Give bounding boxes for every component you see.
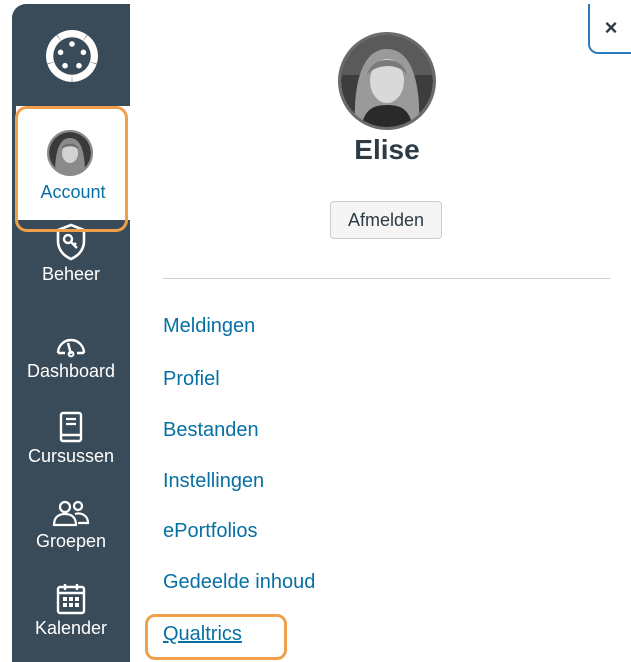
nav-item-beheer[interactable]: Beheer [12,222,130,285]
avatar [47,130,93,176]
link-meldingen[interactable]: Meldingen [163,315,255,338]
divider [163,278,610,279]
qualtrics-highlight [145,614,287,660]
link-bestanden[interactable]: Bestanden [163,419,259,442]
groups-icon [52,500,90,527]
logout-button[interactable]: Afmelden [330,201,442,239]
nav-item-label: Dashboard [26,361,116,381]
canvas-logo-icon[interactable] [42,26,102,86]
nav-item-label: Groepen [35,531,107,551]
account-tray: × Elise Afmelden Meldingen Profiel Besta… [130,4,631,662]
nav-item-cursussen[interactable]: Cursussen [12,410,130,467]
user-name: Elise [354,134,420,165]
link-eportfolios[interactable]: ePortfolios [163,520,258,543]
nav-item-label: Cursussen [27,446,115,466]
avatar-photo-icon [341,35,433,127]
shield-icon [56,223,86,261]
close-icon: × [604,15,618,40]
nav-item-label: Beheer [41,264,101,284]
close-tray-button[interactable]: × [588,4,631,54]
book-icon [59,411,83,443]
nav-item-label: Kalender [34,618,108,638]
nav-item-kalender[interactable]: Kalender [12,582,130,639]
link-profiel[interactable]: Profiel [163,368,220,391]
avatar-photo-icon [49,132,91,174]
nav-item-label: Account [40,182,106,202]
link-gedeelde-inhoud[interactable]: Gedeelde inhoud [163,571,315,594]
nav-item-dashboard[interactable]: Dashboard [12,329,130,382]
app-frame: Beheer Dashboard Cursussen Groepen Kalen… [0,0,631,662]
avatar [338,32,436,130]
calendar-icon [56,584,86,615]
dashboard-icon [56,338,86,358]
link-instellingen[interactable]: Instellingen [163,470,264,493]
nav-item-account[interactable]: Account [16,106,130,220]
global-navigation: Beheer Dashboard Cursussen Groepen Kalen… [12,4,130,662]
nav-item-groepen[interactable]: Groepen [12,499,130,552]
